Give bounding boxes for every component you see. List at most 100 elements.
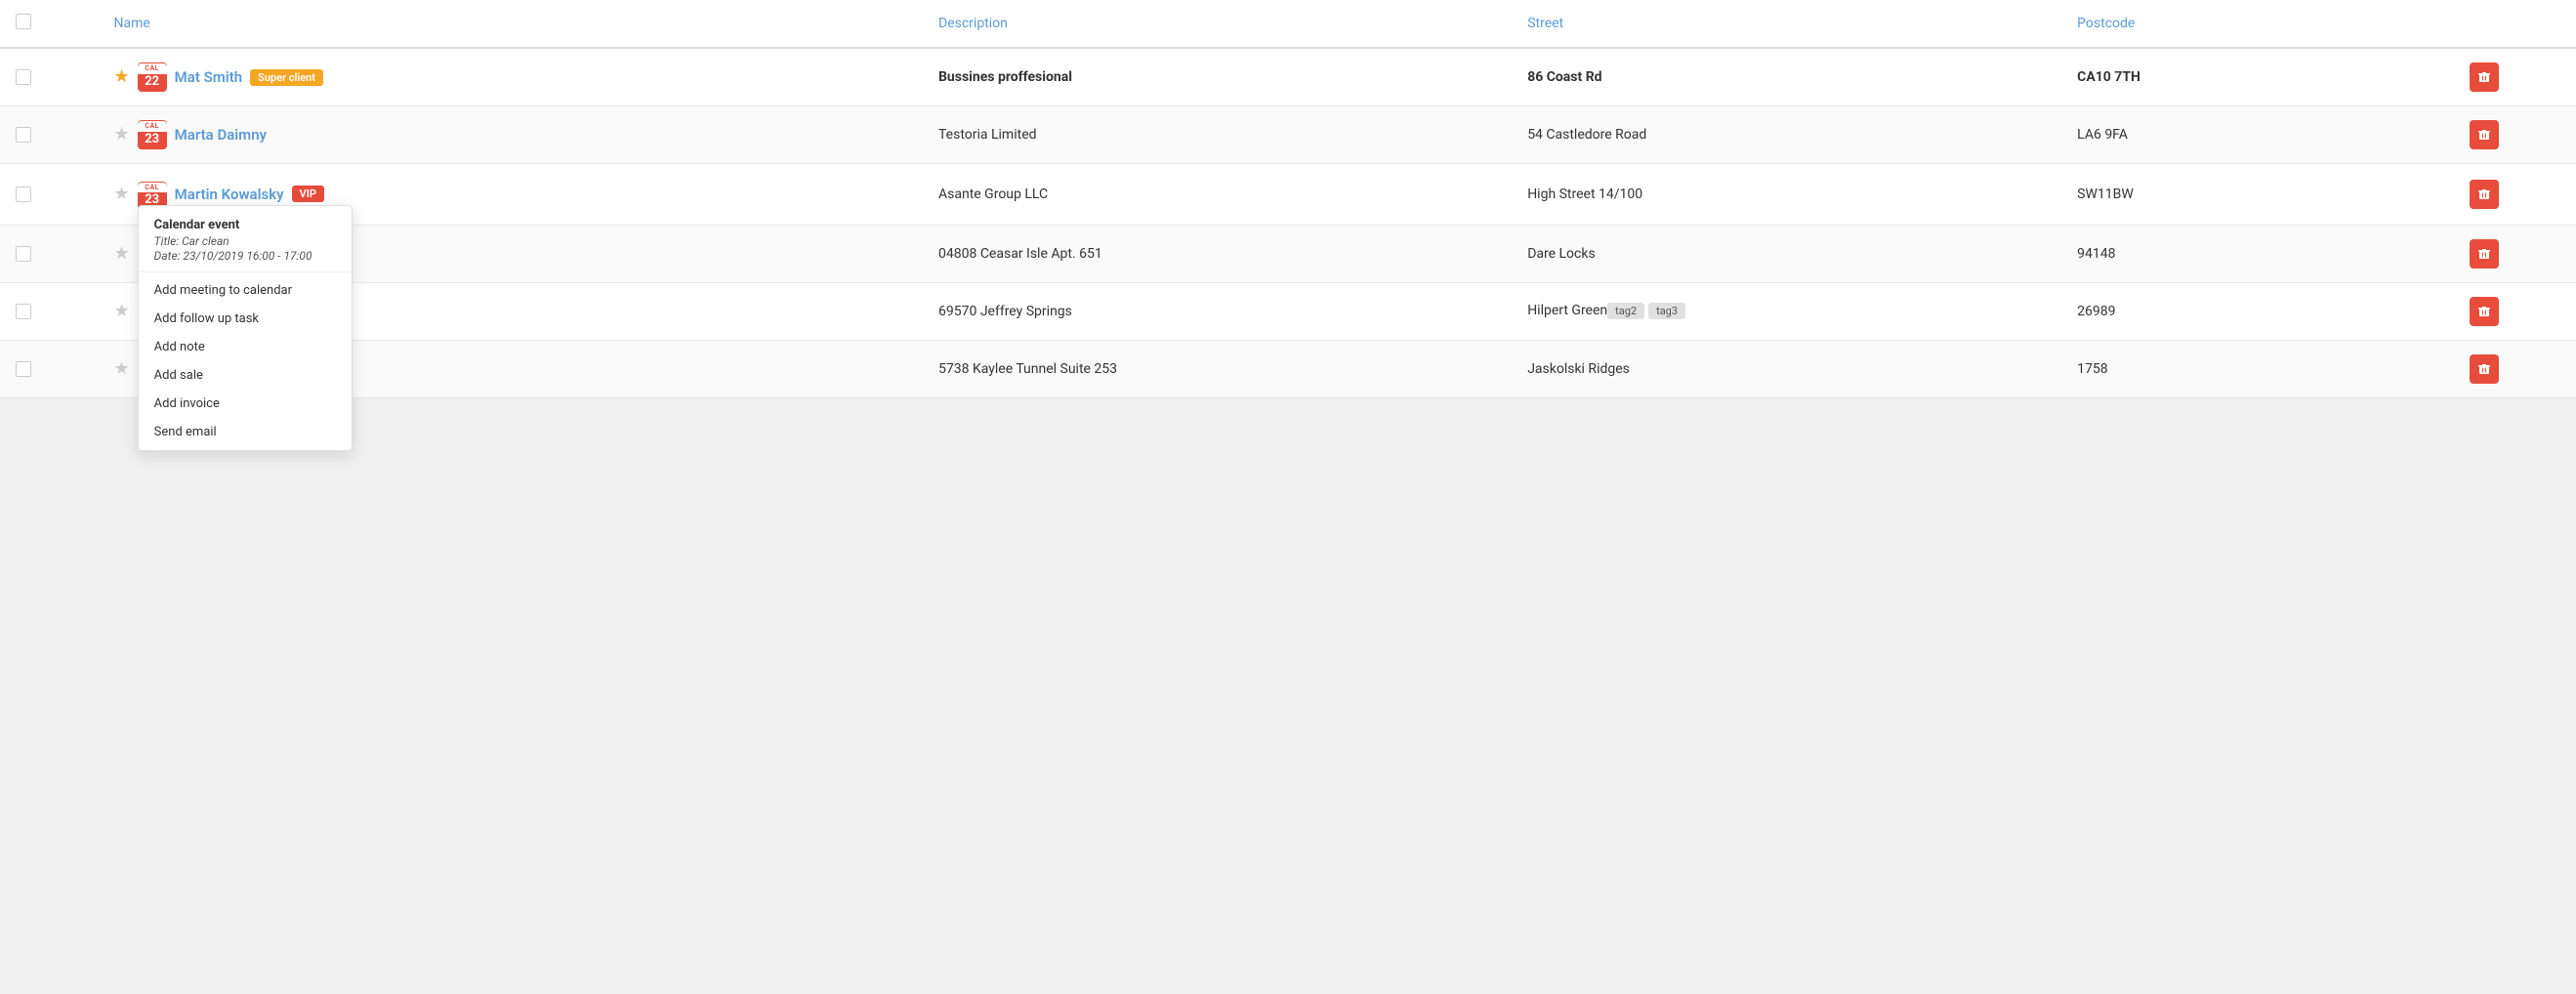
row-checkbox-cell bbox=[0, 225, 99, 282]
context-menu-item-2[interactable]: Add note bbox=[139, 333, 352, 361]
contact-description: Asante Group LLC bbox=[938, 186, 1048, 202]
contact-postcode: 26989 bbox=[2077, 304, 2115, 319]
trash-icon bbox=[2477, 247, 2491, 261]
row-name-cell: ★ CAL23 Marta Daimny bbox=[99, 106, 923, 164]
contact-description: 04808 Ceasar Isle Apt. 651 bbox=[938, 246, 1102, 262]
calendar-icon[interactable]: CAL22 bbox=[138, 62, 167, 92]
delete-button[interactable] bbox=[2470, 120, 2499, 149]
trash-icon bbox=[2477, 362, 2491, 376]
contact-name-link[interactable]: Marta Daimny bbox=[175, 126, 267, 144]
row-actions-cell bbox=[2454, 164, 2576, 226]
delete-button[interactable] bbox=[2470, 239, 2499, 269]
row-checkbox-cell bbox=[0, 164, 99, 226]
header-street: Street bbox=[1512, 0, 2061, 48]
trash-icon bbox=[2477, 187, 2491, 201]
contact-description: 5738 Kaylee Tunnel Suite 253 bbox=[938, 361, 1117, 377]
context-menu-subline-0: Title: Car clean bbox=[139, 234, 352, 249]
row-actions-cell bbox=[2454, 282, 2576, 340]
context-menu-item-5[interactable]: Send email bbox=[139, 418, 352, 446]
row-checkbox[interactable] bbox=[16, 246, 31, 262]
row-postcode-cell: SW11BW bbox=[2061, 164, 2454, 226]
context-menu: Calendar eventTitle: Car cleanDate: 23/1… bbox=[138, 205, 353, 451]
contact-postcode: SW11BW bbox=[2077, 186, 2134, 202]
table-row: ★ 04808 Ceasar Isle Apt. 651 Dare Locks 941… bbox=[0, 225, 2576, 282]
contact-name-link[interactable]: Mat Smith bbox=[175, 68, 242, 86]
row-checkbox-cell bbox=[0, 106, 99, 164]
calendar-icon[interactable]: CAL23 bbox=[138, 120, 167, 149]
select-all-checkbox[interactable] bbox=[16, 14, 31, 29]
row-description-cell: Bussines proffesional bbox=[923, 48, 1512, 106]
row-checkbox[interactable] bbox=[16, 361, 31, 377]
row-postcode-cell: 94148 bbox=[2061, 225, 2454, 282]
row-street-cell: Hilpert Greentag2tag3 bbox=[1512, 282, 2061, 340]
contact-name-link[interactable]: Martin Kowalsky bbox=[175, 186, 284, 203]
row-postcode-cell: LA6 9FA bbox=[2061, 106, 2454, 164]
row-checkbox[interactable] bbox=[16, 304, 31, 319]
row-description-cell: Testoria Limited bbox=[923, 106, 1512, 164]
star-icon[interactable]: ★ bbox=[114, 245, 130, 263]
delete-button[interactable] bbox=[2470, 180, 2499, 209]
trash-icon bbox=[2477, 128, 2491, 142]
row-postcode-cell: CA10 7TH bbox=[2061, 48, 2454, 106]
row-street-cell: Dare Locks bbox=[1512, 225, 2061, 282]
context-menu-subline-1: Date: 23/10/2019 16:00 - 17:00 bbox=[139, 249, 352, 264]
context-menu-item-1[interactable]: Add follow up task bbox=[139, 305, 352, 333]
contacts-table: Name Description Street Postcode ★CAL22M… bbox=[0, 0, 2576, 398]
row-postcode-cell: 1758 bbox=[2061, 340, 2454, 397]
contact-description: Testoria Limited bbox=[938, 127, 1037, 143]
gray-footer bbox=[0, 398, 2576, 594]
table-row: ★ 69570 Jeffrey SpringsHilpert Greentag2t… bbox=[0, 282, 2576, 340]
row-checkbox[interactable] bbox=[16, 127, 31, 143]
row-street-cell: 86 Coast Rd bbox=[1512, 48, 2061, 106]
row-actions-cell bbox=[2454, 106, 2576, 164]
delete-button[interactable] bbox=[2470, 297, 2499, 326]
row-description-cell: Asante Group LLC bbox=[923, 164, 1512, 226]
contact-street: Jaskolski Ridges bbox=[1527, 361, 1630, 377]
header-actions bbox=[2454, 0, 2576, 48]
contact-street: 86 Coast Rd bbox=[1527, 69, 1601, 85]
row-name-cell: ★ CAL22 Mat Smith Super client bbox=[99, 48, 923, 106]
row-description-cell: 04808 Ceasar Isle Apt. 651 bbox=[923, 225, 1512, 282]
contact-badge: Super client bbox=[250, 69, 323, 86]
contact-street: 54 Castledore Road bbox=[1527, 127, 1646, 143]
table-row: ★ CAL23 Marta Daimny Testoria Limited 54 Cas… bbox=[0, 106, 2576, 164]
contact-postcode: 1758 bbox=[2077, 361, 2107, 377]
table-row: ★ CAL22 Mat Smith Super client Bussines prof… bbox=[0, 48, 2576, 106]
contact-street: Dare Locks bbox=[1527, 246, 1596, 262]
row-street-cell: 54 Castledore Road bbox=[1512, 106, 2061, 164]
star-icon[interactable]: ★ bbox=[114, 303, 130, 320]
contact-street: Hilpert Green bbox=[1527, 303, 1607, 318]
row-checkbox-cell bbox=[0, 282, 99, 340]
star-icon[interactable]: ★ bbox=[114, 360, 130, 378]
row-description-cell: 69570 Jeffrey Springs bbox=[923, 282, 1512, 340]
row-name-cell: ★ CAL23Calendar eventTitle: Car cleanDate… bbox=[99, 164, 923, 226]
trash-icon bbox=[2477, 305, 2491, 318]
delete-button[interactable] bbox=[2470, 354, 2499, 384]
context-menu-item-4[interactable]: Add invoice bbox=[139, 390, 352, 418]
row-description-cell: 5738 Kaylee Tunnel Suite 253 bbox=[923, 340, 1512, 397]
calendar-icon-wrapper: CAL23Calendar eventTitle: Car cleanDate:… bbox=[138, 178, 167, 211]
context-menu-item-0[interactable]: Add meeting to calendar bbox=[139, 276, 352, 305]
contact-badge: VIP bbox=[292, 186, 324, 202]
context-menu-header: Calendar event bbox=[139, 214, 352, 234]
row-actions-cell bbox=[2454, 48, 2576, 106]
context-menu-item-3[interactable]: Add sale bbox=[139, 361, 352, 390]
contact-postcode: 94148 bbox=[2077, 246, 2115, 262]
star-icon[interactable]: ★ bbox=[114, 126, 130, 144]
row-actions-cell bbox=[2454, 225, 2576, 282]
table-row: ★ 5738 Kaylee Tunnel Suite 253 Jaskolski R… bbox=[0, 340, 2576, 397]
contact-description: Bussines proffesional bbox=[938, 69, 1072, 85]
star-icon[interactable]: ★ bbox=[114, 68, 130, 86]
contact-postcode: LA6 9FA bbox=[2077, 127, 2128, 143]
row-actions-cell bbox=[2454, 340, 2576, 397]
header-name: Name bbox=[99, 0, 923, 48]
contact-street: High Street 14/100 bbox=[1527, 186, 1642, 202]
delete-button[interactable] bbox=[2470, 62, 2499, 92]
header-postcode: Postcode bbox=[2061, 0, 2454, 48]
row-checkbox[interactable] bbox=[16, 186, 31, 202]
row-street-cell: High Street 14/100 bbox=[1512, 164, 2061, 226]
table-row: ★ CAL23Calendar eventTitle: Car cleanDate… bbox=[0, 164, 2576, 226]
row-street-cell: Jaskolski Ridges bbox=[1512, 340, 2061, 397]
row-checkbox[interactable] bbox=[16, 69, 31, 85]
star-icon[interactable]: ★ bbox=[114, 186, 130, 203]
